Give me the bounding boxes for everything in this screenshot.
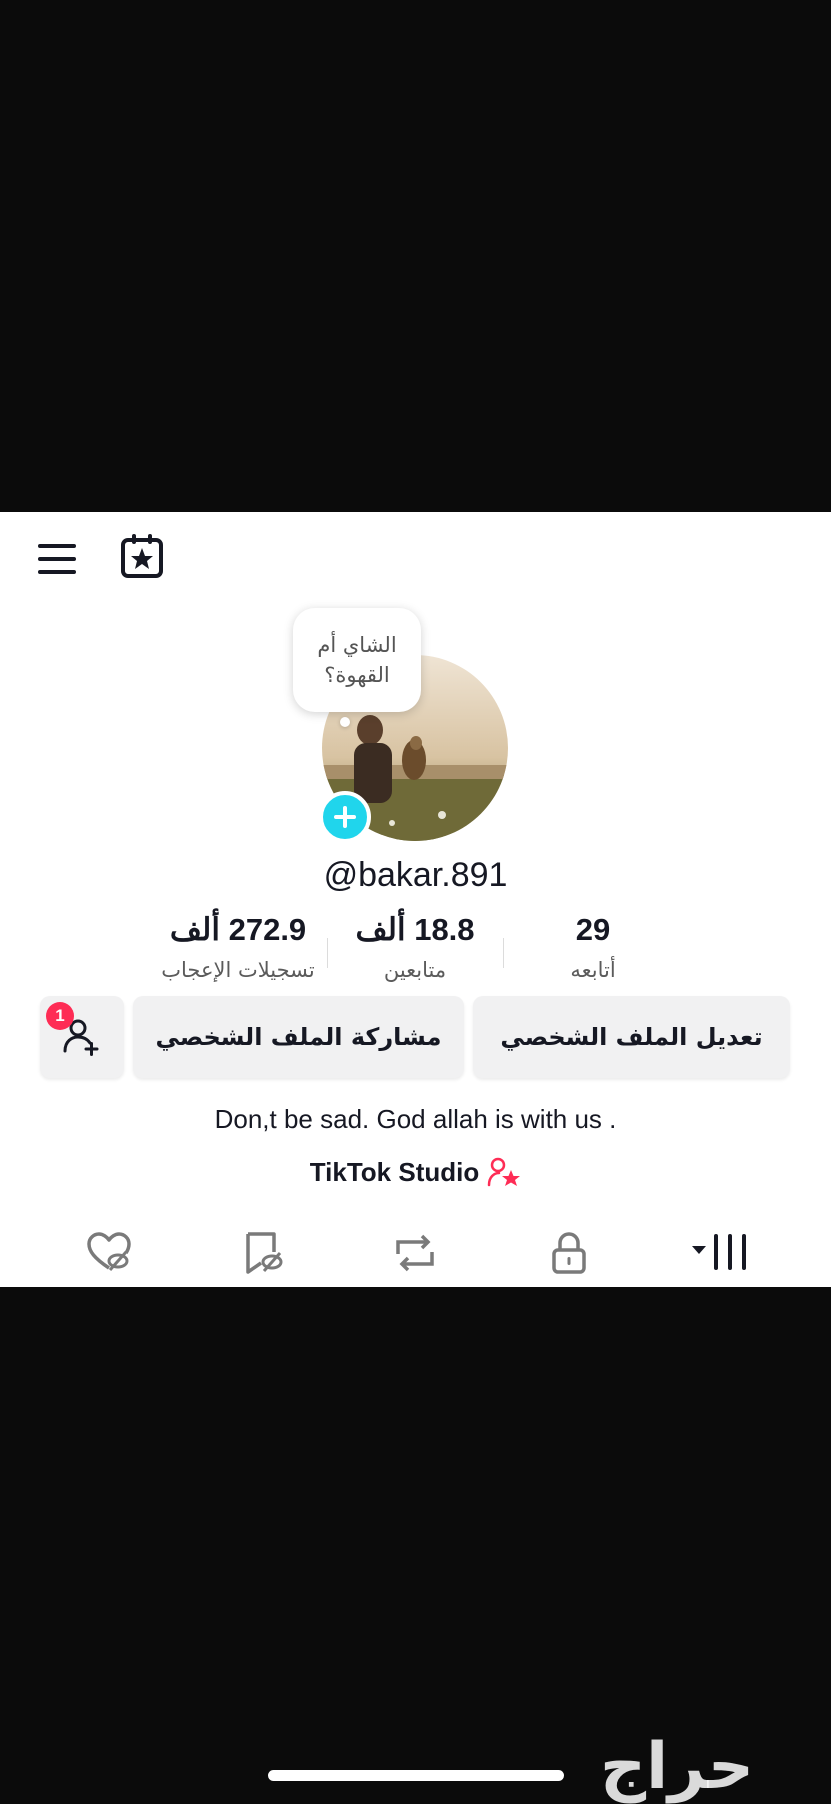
note-bubble[interactable]: الشاي أم القهوة؟ xyxy=(293,608,421,712)
menu-icon[interactable] xyxy=(38,542,80,578)
followers-label: متابعين xyxy=(383,958,447,982)
videos-grid-icon[interactable] xyxy=(690,1228,754,1278)
following-label: أتابعه xyxy=(570,958,616,982)
stat-divider xyxy=(327,938,328,968)
likes-label: تسجيلات الإعجاب xyxy=(161,958,315,982)
profile-panel: الشاي أم القهوة؟ @bakar.891 272.9 ألف تس… xyxy=(0,512,831,1287)
creator-star-icon xyxy=(487,1157,521,1187)
username: @bakar.891 xyxy=(323,856,508,894)
stat-following[interactable]: 29 أتابعه xyxy=(533,912,653,982)
plus-icon xyxy=(334,806,356,828)
note-bubble-tail xyxy=(340,717,350,727)
add-story-button[interactable] xyxy=(319,791,371,843)
stat-likes[interactable]: 272.9 ألف تسجيلات الإعجاب xyxy=(148,912,328,982)
profile-bio: Don,t be sad. God allah is with us . xyxy=(214,1104,617,1134)
likes-count: 272.9 ألف xyxy=(169,912,307,947)
favorites-icon[interactable] xyxy=(238,1228,288,1278)
home-indicator[interactable] xyxy=(268,1770,564,1781)
stat-followers[interactable]: 18.8 ألف متابعين xyxy=(335,912,495,982)
edit-profile-button[interactable]: تعديل الملف الشخصي xyxy=(473,996,790,1078)
liked-icon[interactable] xyxy=(84,1228,134,1278)
calendar-star-icon[interactable] xyxy=(120,532,166,580)
note-line-2: القهوة؟ xyxy=(324,663,390,687)
private-icon[interactable] xyxy=(544,1228,594,1278)
friend-request-badge: 1 xyxy=(46,1002,74,1030)
following-count: 29 xyxy=(575,912,611,947)
share-profile-button[interactable]: مشاركة الملف الشخصي xyxy=(133,996,464,1078)
reposts-icon[interactable] xyxy=(390,1228,440,1278)
followers-count: 18.8 ألف xyxy=(355,912,475,947)
watermark-logo: حراج xyxy=(600,1730,756,1804)
studio-label: TikTok Studio xyxy=(309,1156,480,1187)
note-line-1: الشاي أم xyxy=(317,633,397,657)
stat-divider xyxy=(503,938,504,968)
tiktok-studio-link[interactable]: TikTok Studio xyxy=(0,1156,831,1188)
